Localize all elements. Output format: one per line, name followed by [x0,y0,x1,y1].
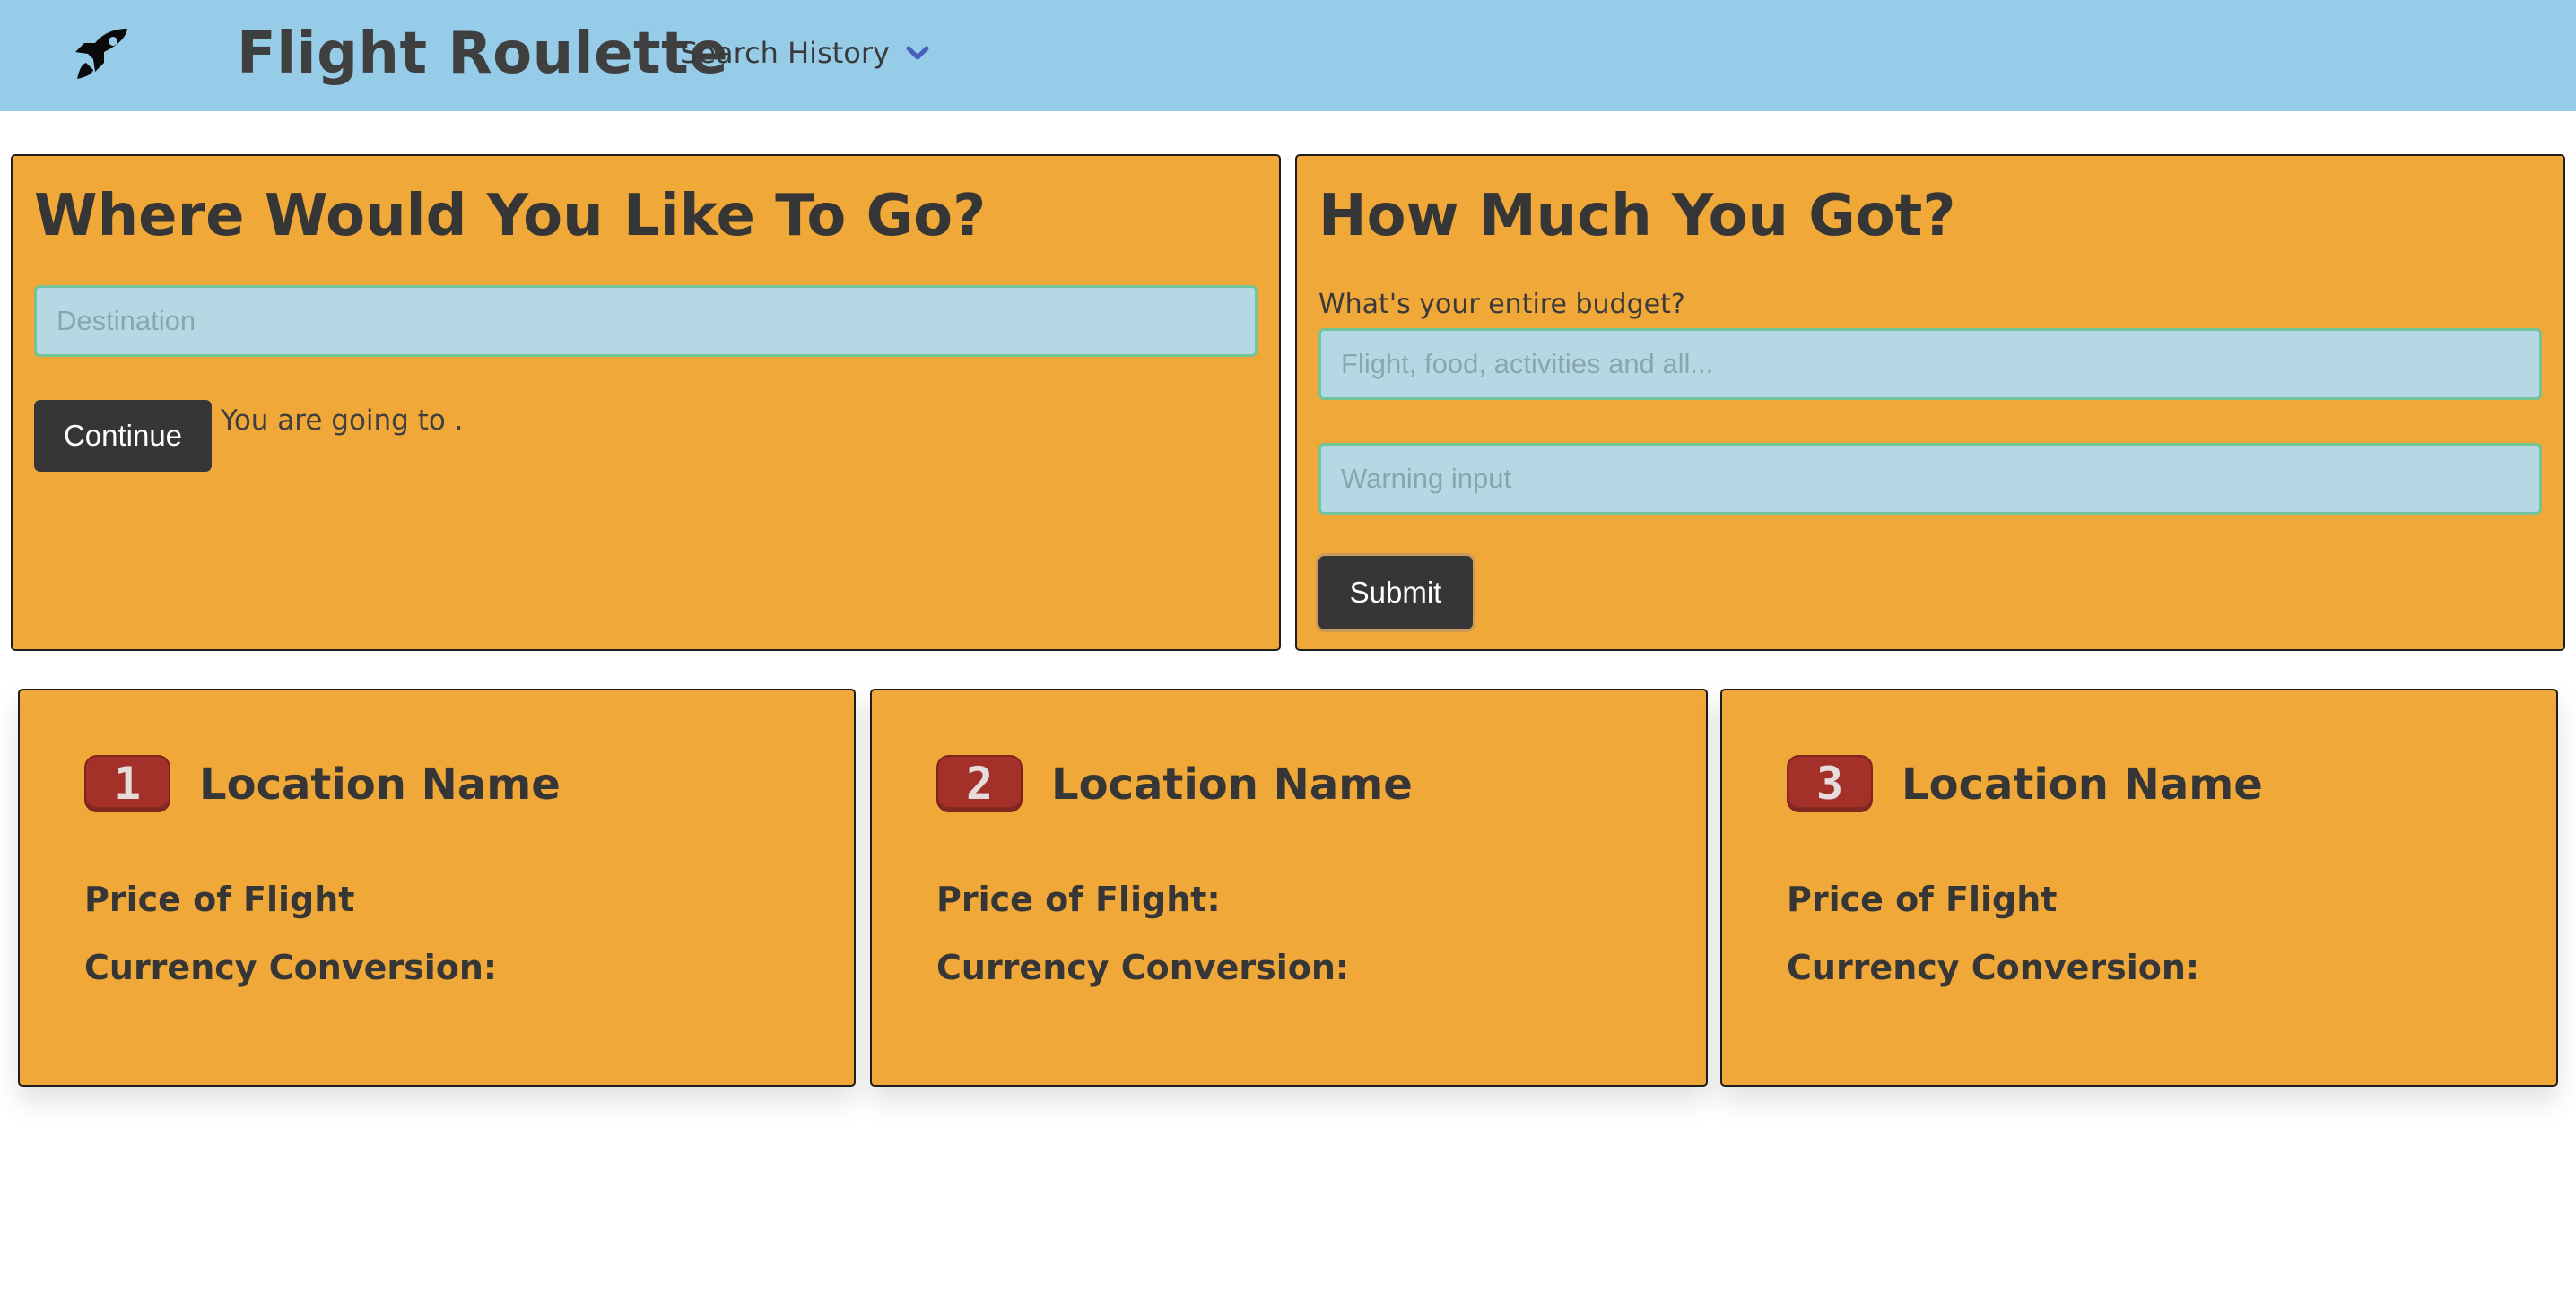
budget-panel: How Much You Got? What's your entire bud… [1295,154,2565,651]
location-name: Location Name [199,759,561,810]
result-card-3: 3 Location Name Price of Flight Currency… [1720,689,2558,1087]
flight-price-label: Price of Flight: [936,880,1221,919]
location-name: Location Name [1051,759,1413,810]
chevron-down-icon [906,46,929,60]
currency-conversion-label: Currency Conversion: [84,948,498,987]
result-card-1: 1 Location Name Price of Flight Currency… [18,689,856,1087]
search-history-label: Search History [680,36,890,70]
submit-button[interactable]: Submit [1318,556,1473,629]
navbar: Flight Roulette Search History [0,0,2576,111]
currency-conversion-label: Currency Conversion: [936,948,1350,987]
rank-badge: 2 [936,755,1023,812]
destination-input[interactable] [34,285,1258,357]
rocket-icon[interactable] [72,25,133,82]
continue-button[interactable]: Continue [34,400,212,472]
budget-input[interactable] [1318,328,2542,400]
search-history-dropdown[interactable]: Search History [680,30,929,75]
destination-panel: Where Would You Like To Go? Continue You… [11,154,1281,651]
location-name: Location Name [1902,759,2263,810]
budget-label: What's your entire budget? [1318,289,1685,320]
flight-price-label: Price of Flight [1787,880,2058,919]
currency-conversion-label: Currency Conversion: [1787,948,2200,987]
warning-input[interactable] [1318,443,2542,515]
budget-title: How Much You Got? [1318,183,1956,249]
result-card-2: 2 Location Name Price of Flight: Currenc… [870,689,1708,1087]
destination-title: Where Would You Like To Go? [34,183,987,249]
brand-title[interactable]: Flight Roulette [237,13,728,95]
flight-price-label: Price of Flight [84,880,355,919]
rank-badge: 3 [1787,755,1873,812]
destination-status-text: You are going to . [221,404,464,437]
rank-badge: 1 [84,755,170,812]
